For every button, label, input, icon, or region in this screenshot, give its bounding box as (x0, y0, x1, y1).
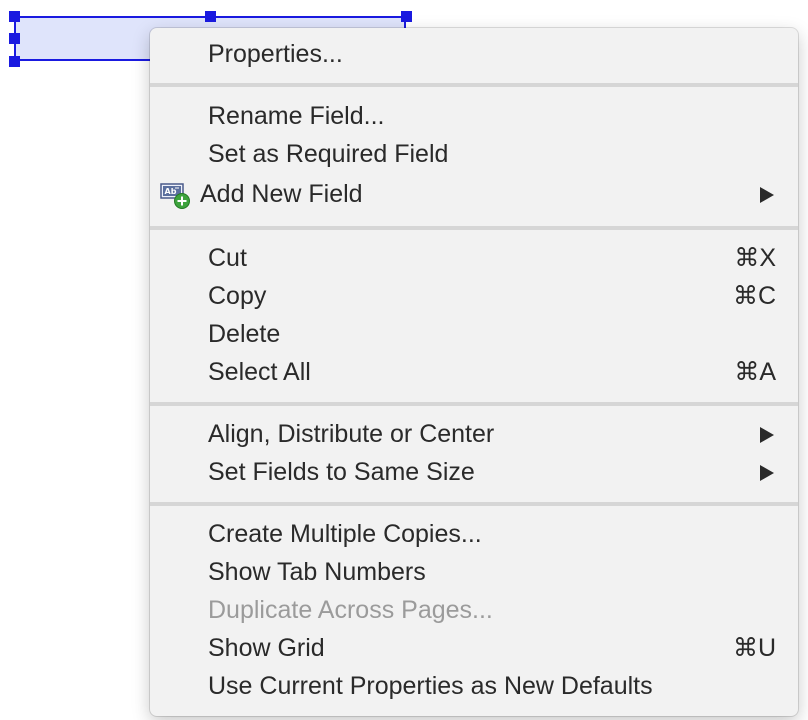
menu-item-delete[interactable]: Delete (150, 315, 798, 353)
menu-item-label: Properties... (208, 40, 343, 68)
menu-separator (150, 226, 798, 230)
submenu-arrow-icon (760, 427, 774, 443)
resize-handle-top-center[interactable] (205, 11, 216, 22)
menu-separator (150, 502, 798, 506)
menu-item-label: Copy (208, 282, 267, 310)
menu-item-label: Select All (208, 358, 311, 386)
resize-handle-top-right[interactable] (401, 11, 412, 22)
menu-item-add-new-field[interactable]: Ab Add New Field (150, 175, 798, 213)
resize-handle-bottom-left[interactable] (9, 56, 20, 67)
menu-item-show-tab-numbers[interactable]: Show Tab Numbers (150, 553, 798, 591)
submenu-arrow-icon (760, 465, 774, 481)
resize-handle-top-left[interactable] (9, 11, 20, 22)
menu-item-duplicate-across-pages: Duplicate Across Pages... (150, 591, 798, 629)
menu-separator (150, 83, 798, 87)
menu-separator (150, 402, 798, 406)
menu-item-use-current-properties[interactable]: Use Current Properties as New Defaults (150, 667, 798, 705)
menu-item-create-multiple-copies[interactable]: Create Multiple Copies... (150, 515, 798, 553)
submenu-arrow-icon (760, 187, 774, 203)
menu-item-label: Rename Field... (208, 102, 385, 130)
menu-item-label: Set Fields to Same Size (208, 458, 475, 486)
menu-item-label: Duplicate Across Pages... (208, 596, 493, 624)
menu-item-align-distribute-center[interactable]: Align, Distribute or Center (150, 415, 798, 453)
menu-item-copy[interactable]: Copy ⌘C (150, 277, 798, 315)
resize-handle-middle-left[interactable] (9, 33, 20, 44)
menu-item-cut[interactable]: Cut ⌘X (150, 239, 798, 277)
menu-item-label: Create Multiple Copies... (208, 520, 482, 548)
menu-item-shortcut: ⌘A (734, 358, 776, 386)
menu-item-shortcut: ⌘X (734, 244, 776, 272)
menu-item-set-required[interactable]: Set as Required Field (150, 135, 798, 173)
menu-item-label: Delete (208, 320, 281, 348)
menu-item-label: Set as Required Field (208, 140, 449, 168)
menu-item-label: Show Tab Numbers (208, 558, 426, 586)
svg-text:Ab: Ab (165, 187, 177, 196)
page-canvas: Properties... Rename Field... Set as Req… (0, 0, 808, 720)
menu-item-select-all[interactable]: Select All ⌘A (150, 353, 798, 391)
context-menu: Properties... Rename Field... Set as Req… (150, 28, 798, 716)
menu-item-show-grid[interactable]: Show Grid ⌘U (150, 629, 798, 667)
menu-item-label: Cut (208, 244, 247, 272)
menu-item-label: Align, Distribute or Center (208, 420, 495, 448)
menu-item-rename-field[interactable]: Rename Field... (150, 97, 798, 135)
menu-item-label: Use Current Properties as New Defaults (208, 672, 653, 700)
menu-item-shortcut: ⌘C (732, 282, 776, 310)
menu-item-label: Show Grid (208, 634, 325, 662)
add-field-icon: Ab (160, 183, 190, 209)
menu-item-properties[interactable]: Properties... (150, 35, 798, 73)
menu-item-shortcut: ⌘U (732, 634, 776, 662)
menu-item-label: Add New Field (200, 180, 363, 208)
menu-item-set-same-size[interactable]: Set Fields to Same Size (150, 453, 798, 491)
